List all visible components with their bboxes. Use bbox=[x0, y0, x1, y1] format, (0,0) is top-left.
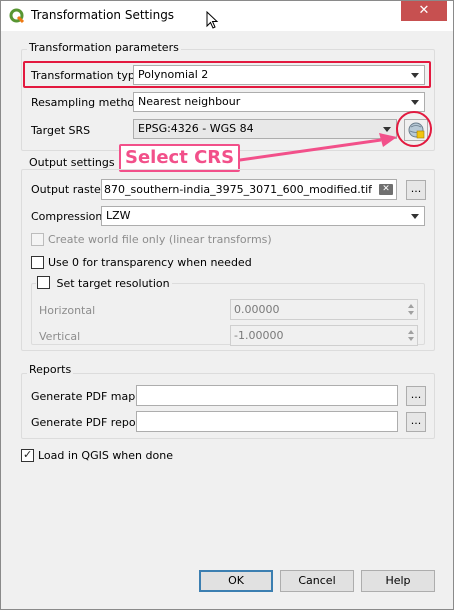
load-in-qgis-label: Load in QGIS when done bbox=[38, 449, 173, 462]
output-raster-browse-button[interactable]: ... bbox=[406, 180, 426, 200]
vertical-spinbox[interactable]: -1.00000 bbox=[230, 325, 418, 346]
transformation-parameters-title: Transformation parameters bbox=[27, 41, 181, 54]
select-crs-callout: Select CRS bbox=[119, 144, 241, 172]
resampling-method-value: Nearest neighbour bbox=[138, 95, 241, 108]
pdf-report-label: Generate PDF report bbox=[31, 416, 145, 429]
load-in-qgis-checkbox[interactable]: ✓ bbox=[21, 448, 34, 462]
compression-select[interactable]: LZW bbox=[101, 206, 425, 226]
target-resolution-label: Set target resolution bbox=[56, 277, 170, 290]
output-raster-field[interactable]: phy_1870_southern-india_3975_3071_600_mo… bbox=[101, 179, 397, 200]
spin-down-icon bbox=[408, 337, 414, 341]
compression-value: LZW bbox=[106, 209, 131, 222]
vertical-value: -1.00000 bbox=[234, 329, 284, 342]
world-file-checkbox[interactable] bbox=[31, 233, 44, 246]
window-title: Transformation Settings bbox=[31, 8, 175, 22]
output-settings-title: Output settings bbox=[27, 156, 117, 169]
horizontal-value: 0.00000 bbox=[234, 303, 280, 316]
output-raster-label: Output raster bbox=[31, 183, 106, 196]
pdf-report-field[interactable] bbox=[136, 411, 398, 432]
checkmark-icon: ✓ bbox=[23, 448, 33, 461]
transformation-type-value: Polynomial 2 bbox=[138, 68, 209, 81]
target-resolution-checkbox[interactable] bbox=[37, 276, 50, 289]
clear-field-icon[interactable]: ✕ bbox=[379, 184, 393, 195]
pdf-report-browse-button[interactable]: ... bbox=[406, 412, 426, 432]
target-resolution-title: Set target resolution bbox=[36, 276, 172, 290]
pdf-map-field[interactable] bbox=[136, 385, 398, 406]
pdf-map-browse-button[interactable]: ... bbox=[406, 386, 426, 406]
title-bar[interactable]: Transformation Settings ✕ bbox=[1, 1, 453, 31]
resampling-method-label: Resampling method bbox=[31, 96, 142, 109]
spin-up-icon bbox=[408, 304, 414, 308]
close-button[interactable]: ✕ bbox=[401, 1, 447, 21]
vertical-label: Vertical bbox=[39, 330, 81, 343]
cancel-button[interactable]: Cancel bbox=[280, 570, 354, 592]
chevron-down-icon bbox=[411, 100, 419, 105]
world-file-label: Create world file only (linear transform… bbox=[48, 233, 272, 246]
transformation-settings-dialog: Transformation Settings ✕ Transformation… bbox=[0, 0, 454, 610]
transparency-checkbox[interactable] bbox=[31, 256, 44, 269]
reports-title: Reports bbox=[27, 363, 74, 376]
callout-arrow bbox=[232, 133, 397, 163]
ok-button[interactable]: OK bbox=[199, 570, 273, 592]
spin-down-icon bbox=[408, 311, 414, 315]
chevron-down-icon bbox=[411, 73, 419, 78]
qgis-logo-icon bbox=[9, 8, 25, 24]
compression-label: Compression bbox=[31, 210, 103, 223]
resampling-method-select[interactable]: Nearest neighbour bbox=[133, 92, 425, 112]
transparency-label: Use 0 for transparency when needed bbox=[48, 256, 252, 269]
mouse-cursor-icon bbox=[206, 11, 219, 29]
close-icon: ✕ bbox=[418, 3, 430, 18]
horizontal-label: Horizontal bbox=[39, 304, 96, 317]
target-srs-label: Target SRS bbox=[31, 124, 91, 137]
select-crs-highlight-circle bbox=[396, 111, 432, 147]
transformation-type-label: Transformation type bbox=[31, 69, 142, 82]
spin-up-icon bbox=[408, 330, 414, 334]
transformation-type-select[interactable]: Polynomial 2 bbox=[133, 65, 425, 85]
chevron-down-icon bbox=[411, 214, 419, 219]
help-button[interactable]: Help bbox=[361, 570, 435, 592]
pdf-map-label: Generate PDF map bbox=[31, 390, 136, 403]
horizontal-spinbox[interactable]: 0.00000 bbox=[230, 299, 418, 320]
output-raster-value: phy_1870_southern-india_3975_3071_600_mo… bbox=[104, 183, 372, 196]
